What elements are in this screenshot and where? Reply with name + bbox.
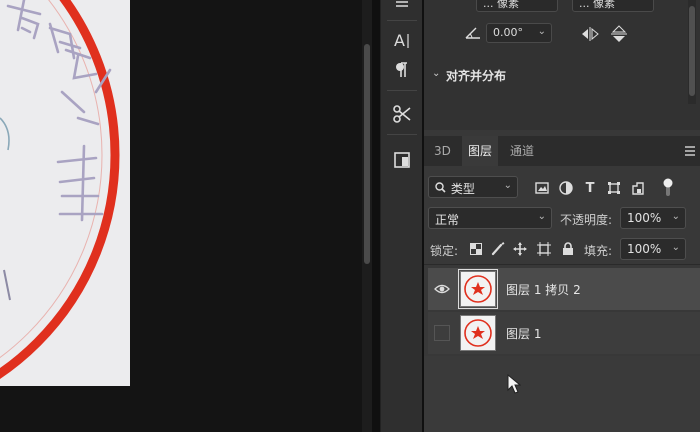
chevron-down-icon: ⌄ <box>671 211 680 222</box>
flip-vertical-icon[interactable] <box>610 24 628 44</box>
tool-divider <box>387 134 417 135</box>
seal-thumbnail-icon <box>464 319 492 347</box>
properties-panel-footer <box>424 104 700 130</box>
character-icon[interactable]: A <box>388 26 416 54</box>
chevron-down-icon: ⌄ <box>671 242 680 253</box>
svg-text:A: A <box>394 31 405 50</box>
panel-toggle-icon[interactable] <box>388 0 416 20</box>
fill-label: 填充: <box>584 244 613 258</box>
lock-label: 锁定: <box>430 244 459 258</box>
tool-presets-icon[interactable] <box>388 100 416 128</box>
adjustment-filter-icon[interactable] <box>558 180 574 196</box>
lock-artboard-icon[interactable] <box>536 241 552 257</box>
lock-all-icon[interactable] <box>560 241 576 257</box>
layer-filter-dropdown[interactable]: 类型 ⌄ <box>428 176 518 198</box>
blend-mode-value: 正常 <box>435 213 460 227</box>
pixel-filter-icon[interactable] <box>534 180 550 196</box>
tab-3d[interactable]: 3D <box>428 136 457 166</box>
layer-row[interactable]: 图层 1 <box>428 312 700 354</box>
eye-icon[interactable] <box>434 281 450 297</box>
filter-toggle-icon[interactable] <box>662 178 674 200</box>
search-icon <box>435 182 447 196</box>
canvas-vertical-scrollbar[interactable] <box>362 0 372 432</box>
canvas-area[interactable] <box>0 0 372 432</box>
layers-tab-bar: 3D 图层 通道 <box>424 136 700 166</box>
height-field[interactable]: ... 像素 <box>572 0 654 12</box>
fill-field[interactable]: 100% ⌄ <box>620 238 686 260</box>
layer-name: 图层 1 <box>506 327 542 341</box>
tool-divider <box>387 90 417 91</box>
blend-mode-dropdown[interactable]: 正常 ⌄ <box>428 207 552 229</box>
panel-menu-icon[interactable] <box>684 145 696 157</box>
layers-divider <box>424 264 700 265</box>
flip-horizontal-icon[interactable] <box>580 26 600 42</box>
width-field-value: ... 像素 <box>483 0 519 10</box>
smart-object-filter-icon[interactable] <box>630 180 646 196</box>
properties-scroll-thumb[interactable] <box>689 6 695 96</box>
layer-thumbnail <box>460 315 496 351</box>
lock-pixels-icon[interactable] <box>468 241 484 257</box>
visibility-toggle-empty[interactable] <box>434 325 450 341</box>
canvas-scroll-thumb[interactable] <box>364 44 370 264</box>
opacity-value: 100% <box>627 211 662 225</box>
filter-kind-label: 类型 <box>450 182 475 196</box>
chevron-down-icon: ⌄ <box>537 211 546 222</box>
layer-thumbnail <box>458 269 498 309</box>
layers-empty-area[interactable] <box>424 356 700 432</box>
angle-field[interactable]: 0.00° ⌄ <box>486 23 552 43</box>
lock-image-icon[interactable] <box>490 241 506 257</box>
layer-name: 图层 1 拷贝 2 <box>506 283 581 297</box>
properties-panel: ... 像素 ... 像素 0.00° ⌄ ⌄ 对齐并分布 <box>424 0 700 130</box>
right-panels: ... 像素 ... 像素 0.00° ⌄ ⌄ 对齐并分布 3D 图层 通道 类… <box>424 0 700 432</box>
shape-filter-icon[interactable] <box>606 180 622 196</box>
height-field-value: ... 像素 <box>579 0 615 10</box>
tab-channels[interactable]: 通道 <box>504 136 540 166</box>
angle-icon <box>464 26 482 40</box>
lock-position-icon[interactable] <box>512 241 528 257</box>
width-field[interactable]: ... 像素 <box>476 0 558 12</box>
fill-value: 100% <box>627 242 662 256</box>
chevron-down-icon: ⌄ <box>503 180 512 191</box>
tab-layers[interactable]: 图层 <box>462 136 499 166</box>
paragraph-icon[interactable] <box>388 56 416 84</box>
properties-icon[interactable] <box>388 146 416 174</box>
opacity-label: 不透明度: <box>560 213 613 227</box>
chevron-down-icon: ⌄ <box>537 26 546 37</box>
panel-dock-strip: A <box>380 0 422 432</box>
mouse-cursor-icon <box>507 373 522 397</box>
section-collapse-icon[interactable]: ⌄ <box>432 68 440 79</box>
layer-row[interactable]: 图层 1 拷贝 2 <box>428 268 700 310</box>
tool-divider <box>387 20 417 21</box>
align-distribute-title: 对齐并分布 <box>446 69 507 83</box>
opacity-field[interactable]: 100% ⌄ <box>620 207 686 229</box>
properties-scrollbar[interactable] <box>688 0 696 104</box>
angle-value: 0.00° <box>493 26 523 39</box>
seal-thumbnail-icon <box>464 275 492 303</box>
type-filter-icon[interactable]: T <box>582 180 598 196</box>
document-page[interactable] <box>0 0 130 386</box>
seal-stamp-image <box>0 0 120 379</box>
